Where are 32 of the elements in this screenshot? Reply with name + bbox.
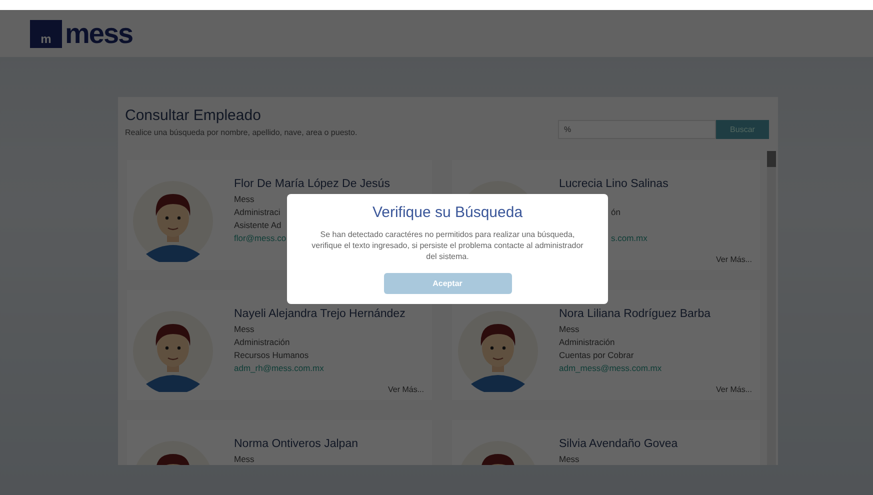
employee-detail: Cuentas por Cobrar	[559, 350, 634, 361]
employee-name: Silvia Avendaño Govea	[559, 438, 678, 450]
employee-detail: ón	[610, 207, 620, 218]
employee-email: adm_rh@mess.com.mx	[234, 363, 324, 374]
employee-detail: Mess	[234, 324, 254, 335]
scrollbar[interactable]	[767, 151, 776, 465]
employee-detail: Administración	[234, 337, 290, 348]
employee-detail: Mess	[234, 454, 254, 465]
employee-detail: Recursos Humanos	[234, 350, 309, 361]
employee-detail: Mess	[559, 324, 580, 335]
employee-name: Flor De María López De Jesús	[234, 178, 390, 190]
logo-text: mess	[65, 20, 133, 48]
panel-subtitle: Realice una búsqueda por nombre, apellido, nave, area o puesto.	[125, 128, 358, 137]
employee-email: adm_mess@mess.com.mx	[559, 363, 662, 374]
more-link[interactable]: Ver Más...	[388, 385, 424, 394]
employee-name: Lucrecia Lino Salinas	[559, 178, 668, 190]
more-link[interactable]: Ver Más...	[716, 255, 752, 264]
employee-name: Nayeli Alejandra Trejo Hernández	[234, 308, 406, 320]
dialog-message: Se han detectado caractéres no permitidos para realizar una búsqueda, verifique el texto ingresado, si persiste el problema contacte al administrador del sistema.	[310, 229, 584, 262]
logo-mark: m	[30, 20, 62, 48]
employee-detail: Mess	[559, 454, 580, 465]
search-field[interactable]: %	[558, 120, 716, 139]
employee-detail: Administraci	[234, 207, 280, 218]
accept-button[interactable]: Aceptar	[384, 273, 512, 294]
employee-detail: Mess	[234, 194, 254, 205]
employee-email: flor@mess.co	[234, 233, 286, 244]
more-link[interactable]: Ver Más...	[716, 385, 752, 394]
panel-title: Consultar Empleado	[125, 107, 262, 124]
employee-name: Norma Ontiveros Jalpan	[234, 438, 358, 450]
employee-detail: Asistente Ad	[234, 220, 282, 231]
employee-name: Nora Liliana Rodríguez Barba	[559, 308, 711, 320]
employee-detail: Administración	[559, 337, 615, 348]
